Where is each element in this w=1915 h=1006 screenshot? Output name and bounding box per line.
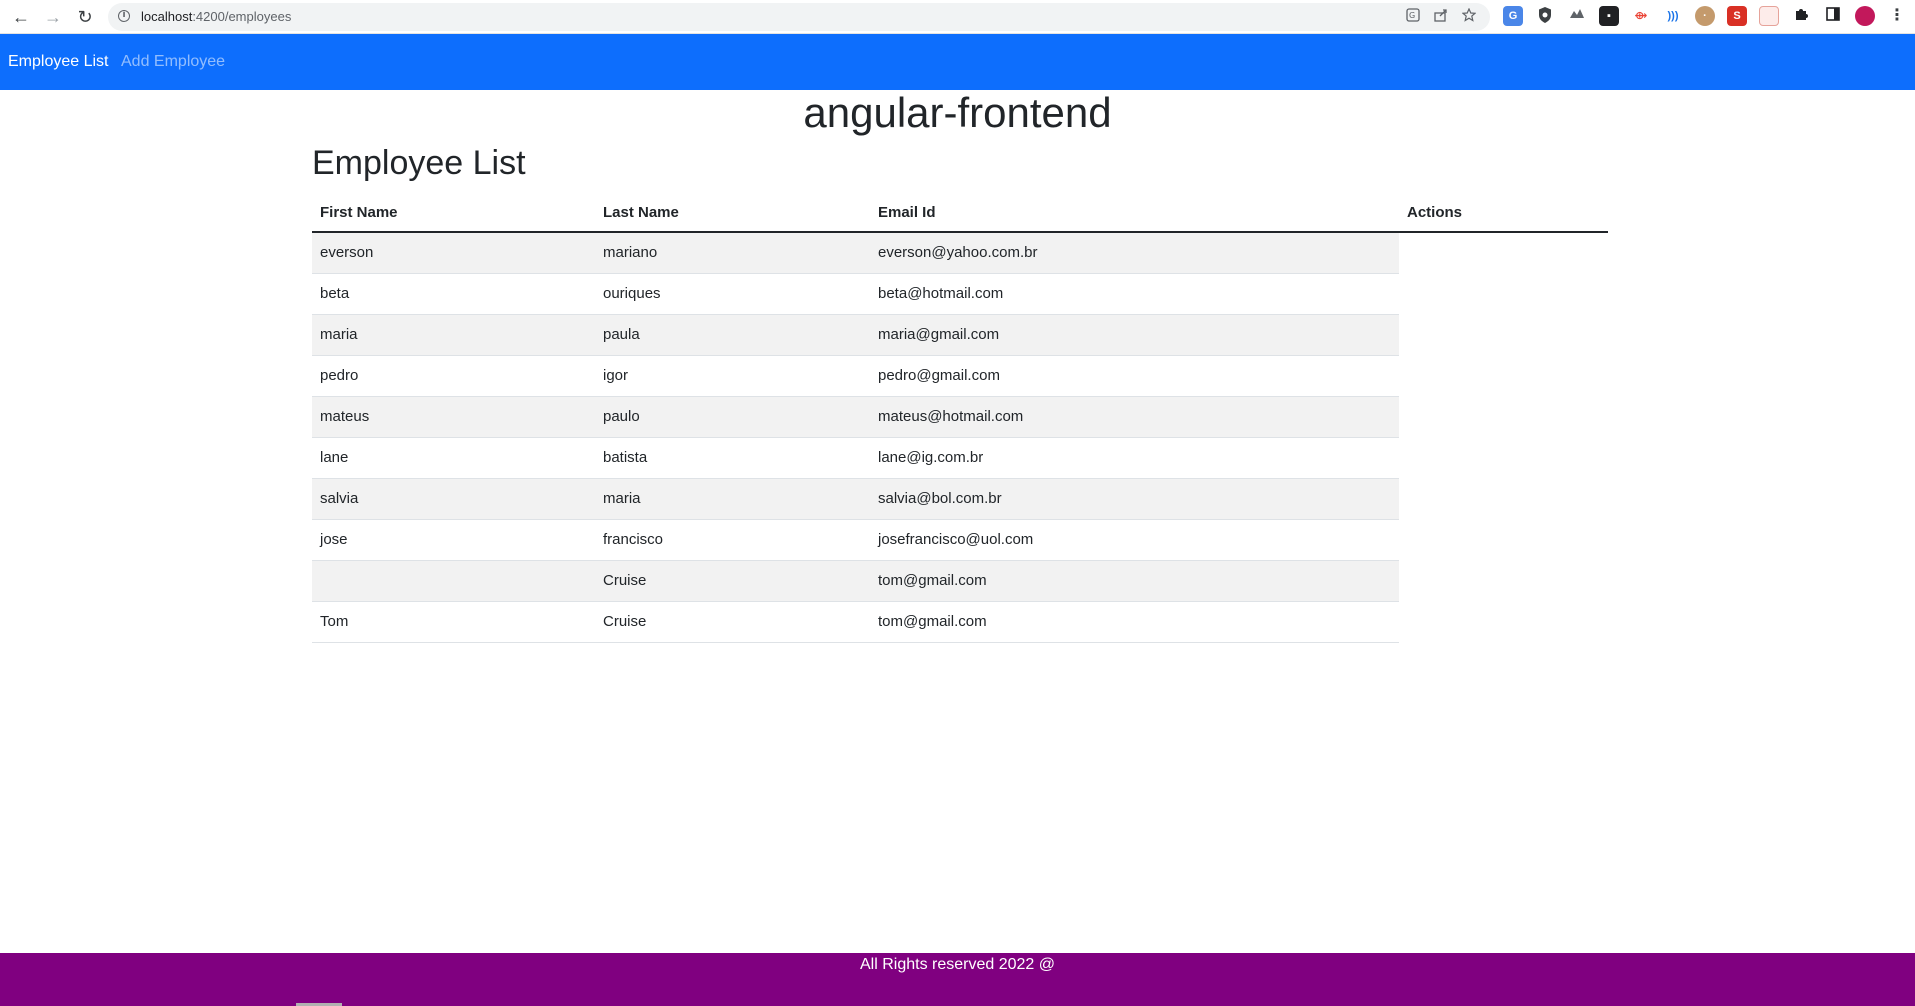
cell-actions [1399, 232, 1608, 273]
cell-email: pedro@gmail.com [870, 355, 1399, 397]
cell-last-name: Cruise [595, 560, 870, 602]
cell-actions [1399, 437, 1608, 478]
cell-last-name: igor [595, 355, 870, 397]
cell-first-name: beta [312, 273, 595, 315]
cloud-ext-icon[interactable] [1567, 6, 1587, 26]
table-row: mateus paulo mateus@hotmail.com [312, 396, 1608, 438]
footer-text: All Rights reserved 2022 @ [860, 956, 1055, 973]
table-row: jose francisco josefrancisco@uol.com [312, 519, 1608, 561]
cell-first-name: lane [312, 437, 595, 479]
header-first-name: First Name [312, 193, 595, 233]
puzzle-icon[interactable] [1791, 6, 1811, 26]
app-title: angular-frontend [803, 89, 1112, 136]
url-path: :4200/employees [192, 9, 292, 24]
cell-last-name: batista [595, 437, 870, 479]
cell-actions [1399, 396, 1608, 437]
cell-email: mateus@hotmail.com [870, 396, 1399, 438]
address-bar[interactable]: i localhost:4200/employees G [108, 3, 1490, 31]
back-arrow-icon[interactable]: ← [8, 4, 34, 30]
arrows-ext-icon[interactable]: ⟴ [1631, 6, 1651, 26]
employee-table: First Name Last Name Email Id Actions ev… [312, 193, 1608, 643]
table-row: everson mariano everson@yahoo.com.br [312, 232, 1608, 274]
cookie-ext-icon[interactable]: · [1695, 6, 1715, 26]
header-actions: Actions [1399, 193, 1608, 233]
cell-first-name: Tom [312, 601, 595, 643]
table-row: pedro igor pedro@gmail.com [312, 355, 1608, 397]
browser-toolbar: ← → ↻ i localhost:4200/employees G G ▪ ⟴… [0, 0, 1915, 34]
cell-first-name: salvia [312, 478, 595, 520]
cell-actions [1399, 273, 1608, 314]
cell-first-name: mateus [312, 396, 595, 438]
cell-first-name: everson [312, 232, 595, 274]
cell-last-name: paula [595, 314, 870, 356]
header-email-id: Email Id [870, 193, 1399, 233]
cell-actions [1399, 314, 1608, 355]
url-host: localhost [141, 9, 193, 24]
sidepanel-icon[interactable] [1823, 6, 1843, 26]
table-header-row: First Name Last Name Email Id Actions [312, 193, 1608, 233]
cell-actions [1399, 601, 1608, 642]
share-icon[interactable] [1432, 8, 1450, 26]
cell-email: maria@gmail.com [870, 314, 1399, 356]
page-heading: Employee List [312, 144, 526, 182]
translate-ext-icon[interactable]: G [1503, 6, 1523, 26]
nav-employee-list[interactable]: Employee List [8, 53, 109, 71]
cell-last-name: francisco [595, 519, 870, 561]
cell-actions [1399, 519, 1608, 560]
table-row: beta ouriques beta@hotmail.com [312, 273, 1608, 315]
speech-ext-icon[interactable]: ))) [1663, 6, 1683, 26]
bookmark-star-icon[interactable] [1460, 7, 1478, 26]
cell-actions [1399, 355, 1608, 396]
cell-last-name: mariano [595, 232, 870, 274]
cell-last-name: maria [595, 478, 870, 520]
cell-last-name: Cruise [595, 601, 870, 643]
cell-last-name: paulo [595, 396, 870, 438]
tab-ext-icon[interactable]: ▪ [1599, 6, 1619, 26]
shield-ext-icon[interactable] [1535, 6, 1555, 26]
cell-email: beta@hotmail.com [870, 273, 1399, 315]
forward-arrow-icon[interactable]: → [40, 4, 66, 30]
site-info-icon[interactable]: i [118, 10, 130, 22]
svg-text:G: G [1409, 11, 1415, 20]
cell-first-name: jose [312, 519, 595, 561]
cell-email: tom@gmail.com [870, 601, 1399, 643]
cell-actions [1399, 478, 1608, 519]
calendar-ext-icon[interactable] [1759, 6, 1779, 26]
footer: All Rights reserved 2022 @ [0, 953, 1915, 1006]
s-ext-icon[interactable]: S [1727, 6, 1747, 26]
table-row: salvia maria salvia@bol.com.br [312, 478, 1608, 520]
reload-icon[interactable]: ↻ [72, 4, 98, 30]
table-row: lane batista lane@ig.com.br [312, 437, 1608, 479]
cell-last-name: ouriques [595, 273, 870, 315]
profile-avatar[interactable] [1855, 6, 1875, 26]
cell-email: tom@gmail.com [870, 560, 1399, 602]
cell-email: salvia@bol.com.br [870, 478, 1399, 520]
nav-add-employee[interactable]: Add Employee [121, 53, 225, 71]
cell-email: lane@ig.com.br [870, 437, 1399, 479]
cell-first-name: maria [312, 314, 595, 356]
table-row: Tom Cruise tom@gmail.com [312, 601, 1608, 643]
app-navbar: Employee List Add Employee [0, 34, 1915, 90]
header-last-name: Last Name [595, 193, 870, 233]
translate-icon[interactable]: G [1404, 8, 1422, 26]
cell-email: josefrancisco@uol.com [870, 519, 1399, 561]
address-url[interactable]: localhost:4200/employees [141, 9, 291, 24]
table-row: Cruise tom@gmail.com [312, 560, 1608, 602]
cell-first-name [312, 560, 595, 602]
cell-email: everson@yahoo.com.br [870, 232, 1399, 274]
cell-first-name: pedro [312, 355, 595, 397]
table-row: maria paula maria@gmail.com [312, 314, 1608, 356]
menu-dots-icon[interactable]: ⋮ [1887, 6, 1907, 26]
cell-actions [1399, 560, 1608, 601]
